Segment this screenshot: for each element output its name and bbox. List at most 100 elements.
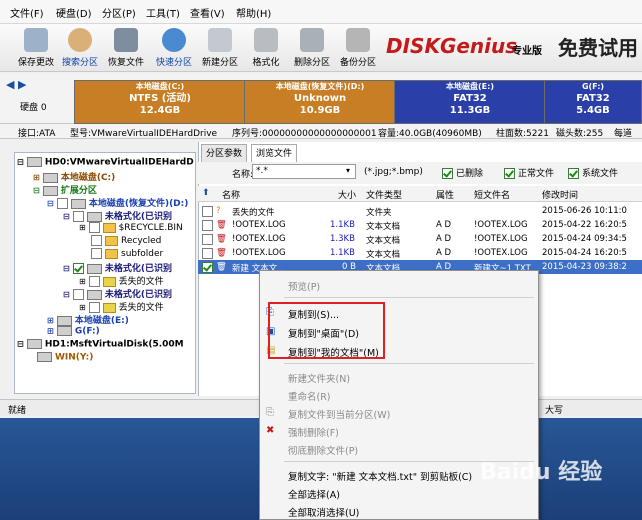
- recover-icon: [114, 28, 138, 52]
- search-icon: [68, 28, 92, 52]
- menu-deselect-all[interactable]: 全部取消选择(U): [288, 505, 359, 519]
- delete-icon: ✖: [266, 425, 275, 436]
- recover-files-button[interactable]: 恢复文件: [104, 26, 148, 70]
- menu-view[interactable]: 查看(V): [190, 5, 225, 20]
- new-partition-button[interactable]: 新建分区: [198, 26, 242, 70]
- highlight-box: [268, 302, 385, 359]
- tab-browse-files[interactable]: 浏览文件: [251, 144, 298, 163]
- drive-icon: [56, 326, 72, 336]
- tree-lost-files-2[interactable]: ⊞ 丢失的文件: [79, 300, 164, 313]
- partition-c[interactable]: 本地磁盘(C:) NTFS (活动) 12.4GB: [74, 80, 246, 124]
- deleted-file-icon: 🗑: [216, 234, 227, 244]
- folder-icon: [105, 248, 118, 259]
- menu-help[interactable]: 帮助(H): [236, 5, 271, 20]
- drive-icon: [86, 211, 102, 222]
- lost-folder-icon: [102, 302, 116, 313]
- tree-recycle-bin[interactable]: ⊞ $RECYCLE.BIN: [79, 222, 183, 235]
- menu-tools[interactable]: 工具(T): [146, 5, 180, 20]
- brand-banner: DISKGenius 专业版 免费试用: [380, 26, 642, 70]
- menu-copy-current-partition[interactable]: 复制文件到当前分区(W): [288, 407, 390, 421]
- backup-icon: [346, 28, 370, 52]
- up-folder-icon[interactable]: ⬆: [202, 188, 210, 198]
- tree-e[interactable]: ⊞ 本地磁盘(E:): [47, 313, 129, 326]
- table-row[interactable]: 🗑 !OOTEX.LOG 1.1KB 文本文档 A D !OOTEX.LOG 2015-0…: [198, 218, 642, 232]
- col-name[interactable]: 名称: [222, 188, 240, 201]
- new-partition-icon: [208, 28, 232, 52]
- disk-label: 硬盘 0: [20, 103, 47, 113]
- table-row[interactable]: 🗑 !OOTEX.LOG 1.1KB 文本文档 A D !OOTEX.LOG 2015-0…: [198, 246, 642, 260]
- menu-new-folder[interactable]: 新建文件夹(N): [288, 371, 350, 385]
- disk-icon: [26, 339, 42, 349]
- tree-lost-files-1[interactable]: ⊞ 丢失的文件: [79, 274, 164, 287]
- menu-disk[interactable]: 硬盘(D): [56, 5, 92, 20]
- tree-c[interactable]: ⊞ 本地磁盘(C:): [33, 170, 115, 183]
- col-short-name[interactable]: 短文件名: [474, 188, 510, 201]
- menu-rename[interactable]: 重命名(R): [288, 389, 331, 403]
- menu-partition[interactable]: 分区(P): [102, 5, 136, 20]
- partition-g[interactable]: G(F:) FAT32 5.4GB: [544, 80, 642, 124]
- save-changes-button[interactable]: 保存更改: [14, 26, 58, 70]
- baidu-watermark: Baidu 经验: [480, 460, 603, 485]
- menu-permanent-delete[interactable]: 彻底删除文件(P): [288, 443, 358, 457]
- tree-unformatted-2[interactable]: ⊟ 未格式化(已识别: [63, 261, 172, 274]
- quick-partition-button[interactable]: 快速分区: [152, 26, 196, 70]
- drive-icon: [37, 352, 52, 362]
- table-row[interactable]: 🗑 !OOTEX.LOG 1.3KB 文本文档 A D !OOTEX.LOG 2015-0…: [198, 232, 642, 246]
- tree-unformatted-1[interactable]: ⊟ 未格式化(已识别: [63, 209, 172, 222]
- partition-tree: ⊟ HD0:VMwareVirtualIDEHardD ⊞ 本地磁盘(C:) ⊟…: [14, 152, 196, 394]
- system-files-checkbox[interactable]: 系统文件: [568, 166, 618, 179]
- file-list-header: ⬆ 名称 大小 文件类型 属性 短文件名 修改时间: [198, 186, 642, 202]
- tree-subfolder[interactable]: subfolder: [91, 248, 163, 261]
- tree-win[interactable]: WIN(Y:): [37, 352, 93, 365]
- tree-g[interactable]: ⊞ G(F:): [47, 326, 100, 339]
- brand-logo: DISKGenius: [386, 34, 518, 58]
- tree-extended[interactable]: ⊟ 扩展分区: [33, 183, 97, 196]
- disk-map: ◀ ▶ 硬盘 0 本地磁盘(C:) NTFS (活动) 12.4GB 本地磁盘(…: [0, 74, 642, 124]
- chevron-down-icon[interactable]: ▾: [346, 166, 350, 175]
- drive-icon: [42, 185, 58, 196]
- tree-d[interactable]: ⊟ 本地磁盘(恢复文件)(D:): [47, 196, 188, 209]
- filter-row: 名称: *.* ▾ (*.jpg;*.bmp) 已删除 正常文件 系统文件: [198, 162, 642, 184]
- save-icon: [24, 28, 48, 52]
- drive-icon: [70, 198, 86, 209]
- col-size[interactable]: 大小: [338, 188, 356, 201]
- menu-bar: 文件(F) 硬盘(D) 分区(P) 工具(T) 查看(V) 帮助(H): [0, 0, 642, 24]
- tree-unformatted-3[interactable]: ⊟ 未格式化(已识别: [63, 287, 172, 300]
- partition-d[interactable]: 本地磁盘(恢复文件)(D:) Unknown 10.9GB: [244, 80, 396, 124]
- menu-preview[interactable]: 预览(P): [288, 279, 320, 293]
- backup-partition-button[interactable]: 备份分区: [336, 26, 380, 70]
- partition-e[interactable]: 本地磁盘(E:) FAT32 11.3GB: [394, 80, 546, 124]
- menu-select-all[interactable]: 全部选择(A): [288, 487, 340, 501]
- name-filter-input[interactable]: *.*: [252, 164, 356, 179]
- col-attr[interactable]: 属性: [436, 188, 454, 201]
- deleted-file-icon: 🗑: [216, 262, 227, 272]
- brand-edition: 专业版: [512, 46, 542, 57]
- col-type[interactable]: 文件类型: [366, 188, 402, 201]
- deleted-checkbox[interactable]: 已删除: [442, 166, 483, 179]
- delete-partition-button[interactable]: 删除分区: [290, 26, 334, 70]
- tree-hd1[interactable]: ⊟ HD1:MsftVirtualDisk(5.00M: [17, 339, 184, 352]
- disk-info-bar: 接口:ATA 型号:VMwareVirtualIDEHardDrive 序列号:…: [0, 124, 642, 139]
- drive-icon: [86, 289, 102, 300]
- disk-icon: [26, 157, 42, 167]
- tree-recycled[interactable]: Recycled: [91, 235, 161, 248]
- lost-folder-icon: [102, 276, 116, 287]
- nav-arrows[interactable]: ◀ ▶: [6, 78, 26, 91]
- tree-hd0[interactable]: ⊟ HD0:VMwareVirtualIDEHardD: [17, 157, 194, 170]
- drive-icon: [56, 315, 72, 326]
- menu-force-delete[interactable]: 强制删除(F): [288, 425, 339, 439]
- folder-icon: ?: [216, 206, 221, 216]
- brand-tag: 免费试用: [558, 36, 638, 60]
- search-partition-button[interactable]: 搜索分区: [58, 26, 102, 70]
- menu-file[interactable]: 文件(F): [10, 5, 44, 20]
- delete-icon: [300, 28, 324, 52]
- deleted-file-icon: 🗑: [216, 248, 227, 258]
- normal-files-checkbox[interactable]: 正常文件: [504, 166, 554, 179]
- folder-icon: [105, 235, 118, 246]
- table-row[interactable]: ? 丢失的文件 文件夹 2015-06-26 10:11:0: [198, 204, 642, 218]
- format-button[interactable]: 格式化: [244, 26, 288, 70]
- tab-partition-params[interactable]: 分区参数: [201, 144, 248, 163]
- menu-copy-text[interactable]: 复制文字: "新建 文本文档.txt" 到剪贴板(C): [288, 469, 472, 483]
- col-modified[interactable]: 修改时间: [542, 188, 578, 201]
- quick-partition-icon: [162, 28, 186, 52]
